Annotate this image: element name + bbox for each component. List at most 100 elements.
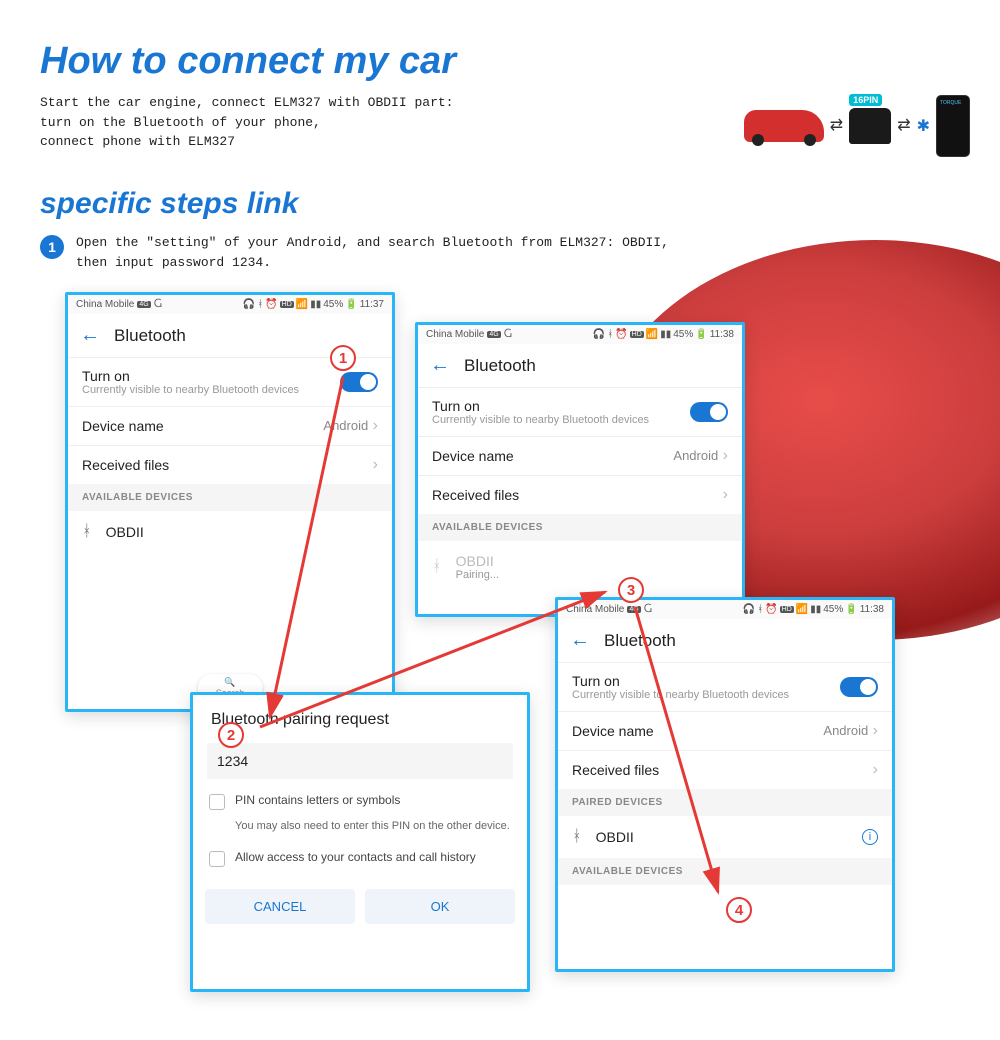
info-icon[interactable]: i bbox=[862, 829, 878, 845]
device-label: OBDII bbox=[456, 553, 499, 569]
allow-contacts-checkbox-row[interactable]: Allow access to your contacts and call h… bbox=[193, 840, 527, 877]
back-icon[interactable]: ← bbox=[430, 354, 450, 377]
row-label: Turn on bbox=[82, 368, 299, 384]
battery-text: 45% bbox=[823, 604, 843, 615]
chevron-right-icon: › bbox=[723, 486, 728, 504]
step-marker-1: 1 bbox=[330, 345, 356, 371]
badge-icon: 4G bbox=[627, 606, 640, 613]
arrows-icon: ⇄ bbox=[897, 118, 910, 134]
checkbox-label: PIN contains letters or symbols bbox=[235, 793, 400, 807]
alarm-icon: ⏰ bbox=[265, 299, 277, 310]
bluetooth-toggle[interactable] bbox=[690, 402, 728, 422]
checkbox-icon[interactable] bbox=[209, 851, 225, 867]
device-label: OBDII bbox=[106, 524, 144, 540]
badge-icon: 4G bbox=[487, 331, 500, 338]
row-label: Device name bbox=[572, 723, 654, 739]
bluetooth-toggle[interactable] bbox=[840, 677, 878, 697]
back-icon[interactable]: ← bbox=[80, 324, 100, 347]
device-status: Pairing... bbox=[456, 569, 499, 581]
wifi-icon: 📶 bbox=[646, 329, 658, 340]
hd-badge: HD bbox=[780, 606, 794, 613]
row-value: Android bbox=[673, 448, 718, 463]
bluetooth-icon: ᚼ bbox=[432, 558, 442, 576]
screen-title: Bluetooth bbox=[114, 326, 186, 346]
chevron-right-icon: › bbox=[873, 722, 878, 739]
pin-input[interactable] bbox=[207, 743, 513, 779]
available-section: AVAILABLE DEVICES bbox=[558, 858, 892, 885]
time: 11:38 bbox=[860, 604, 884, 615]
arrows-icon: ⇄ bbox=[830, 118, 843, 134]
wifi-icon: 📶 bbox=[296, 299, 308, 310]
turn-on-row[interactable]: Turn onCurrently visible to nearby Bluet… bbox=[558, 662, 892, 711]
received-files-row[interactable]: Received files › bbox=[558, 750, 892, 789]
step-marker-3: 3 bbox=[618, 577, 644, 603]
back-icon[interactable]: ← bbox=[570, 629, 590, 652]
hd-badge: HD bbox=[630, 331, 644, 338]
headphone-icon: 🎧 bbox=[593, 329, 605, 340]
chevron-right-icon: › bbox=[723, 447, 728, 464]
screenshot-2: China Mobile 4G Ⴚ 🎧ᚼ⏰HD📶▮▮45%🔋11:38 ← Bl… bbox=[415, 322, 745, 617]
hd-badge: HD bbox=[280, 301, 294, 308]
time: 11:37 bbox=[360, 299, 384, 310]
row-sublabel: Currently visible to nearby Bluetooth de… bbox=[572, 689, 789, 701]
row-label: Turn on bbox=[432, 398, 649, 414]
battery-icon: 🔋 bbox=[345, 299, 357, 310]
time: 11:38 bbox=[710, 329, 734, 340]
ok-button[interactable]: OK bbox=[365, 889, 515, 924]
step-text: Open the "setting" of your Android, and … bbox=[76, 233, 676, 275]
chevron-right-icon: › bbox=[373, 456, 378, 474]
pin-letters-checkbox-row[interactable]: PIN contains letters or symbols bbox=[193, 783, 527, 820]
bluetooth-toggle[interactable] bbox=[340, 372, 378, 392]
device-obdii[interactable]: ᚼ OBDII bbox=[68, 511, 392, 553]
alarm-icon: ⏰ bbox=[615, 329, 627, 340]
swirl-icon: Ⴚ bbox=[644, 604, 652, 615]
row-label: Device name bbox=[82, 418, 164, 434]
cancel-button[interactable]: CANCEL bbox=[205, 889, 355, 924]
car-icon bbox=[744, 110, 824, 142]
connection-diagram: ⇄ 16PIN ⇄ ✱ bbox=[744, 95, 970, 157]
step-marker-4: 4 bbox=[726, 897, 752, 923]
battery-text: 45% bbox=[673, 329, 693, 340]
battery-icon: 🔋 bbox=[845, 604, 857, 615]
battery-icon: 🔋 bbox=[695, 329, 707, 340]
device-name-row[interactable]: Device name Android › bbox=[68, 406, 392, 445]
device-obdii-paired[interactable]: ᚼ OBDII i bbox=[558, 816, 892, 858]
alarm-icon: ⏰ bbox=[765, 604, 777, 615]
available-section: AVAILABLE DEVICES bbox=[68, 484, 392, 511]
received-files-row[interactable]: Received files › bbox=[68, 445, 392, 484]
obd-device-icon bbox=[849, 108, 891, 144]
bluetooth-icon: ᚼ bbox=[82, 523, 92, 541]
device-obdii-pairing[interactable]: ᚼ OBDIIPairing... bbox=[418, 541, 742, 593]
dialog-buttons: CANCEL OK bbox=[193, 877, 527, 936]
row-sublabel: Currently visible to nearby Bluetooth de… bbox=[432, 414, 649, 426]
row-label: Turn on bbox=[572, 673, 789, 689]
battery-text: 45% bbox=[323, 299, 343, 310]
device-name-row[interactable]: Device name Android › bbox=[558, 711, 892, 750]
row-value: Android bbox=[323, 418, 368, 433]
turn-on-row[interactable]: Turn onCurrently visible to nearby Bluet… bbox=[418, 387, 742, 436]
available-section: AVAILABLE DEVICES bbox=[418, 514, 742, 541]
carrier: China Mobile bbox=[426, 329, 484, 340]
screen-title: Bluetooth bbox=[604, 631, 676, 651]
badge-icon: 4G bbox=[137, 301, 150, 308]
screenshots-area: China Mobile 4G Ⴚ 🎧ᚼ⏰HD📶▮▮45%🔋11:37 ← Bl… bbox=[0, 292, 1000, 1012]
screen-header: ← Bluetooth bbox=[558, 619, 892, 662]
status-bar: China Mobile 4G Ⴚ 🎧ᚼ⏰HD📶▮▮45%🔋11:38 bbox=[418, 325, 742, 344]
received-files-row[interactable]: Received files › bbox=[418, 475, 742, 514]
device-label: OBDII bbox=[596, 829, 634, 845]
wifi-icon: 📶 bbox=[796, 604, 808, 615]
bluetooth-icon: ᚼ bbox=[572, 828, 582, 846]
headphone-icon: 🎧 bbox=[743, 604, 755, 615]
signal-icon: ▮▮ bbox=[810, 604, 821, 615]
row-label: Received files bbox=[432, 487, 519, 503]
bluetooth-icon: ᚼ bbox=[257, 299, 263, 310]
swirl-icon: Ⴚ bbox=[154, 299, 162, 310]
signal-icon: ▮▮ bbox=[660, 329, 671, 340]
chevron-right-icon: › bbox=[873, 761, 878, 779]
bluetooth-icon: ᚼ bbox=[757, 604, 763, 615]
device-name-row[interactable]: Device name Android › bbox=[418, 436, 742, 475]
row-sublabel: Currently visible to nearby Bluetooth de… bbox=[82, 384, 299, 396]
status-bar: China Mobile 4G Ⴚ 🎧ᚼ⏰HD📶▮▮45%🔋11:37 bbox=[68, 295, 392, 314]
screen-title: Bluetooth bbox=[464, 356, 536, 376]
checkbox-icon[interactable] bbox=[209, 794, 225, 810]
